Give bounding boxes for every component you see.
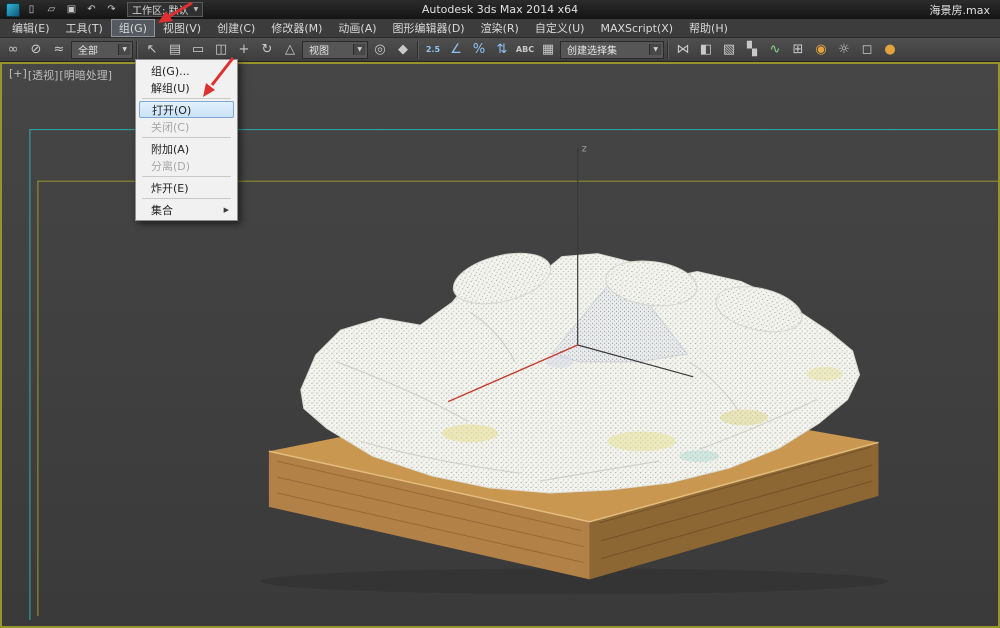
select-and-manipulate-icon[interactable]: ◆ — [392, 40, 414, 60]
menu-item-assembly-label: 集合 — [151, 202, 173, 218]
open-file-icon[interactable]: ▱ — [43, 2, 60, 17]
current-file-name: 海景房.max — [930, 2, 990, 18]
menu-item-detach: 分离(D) — [137, 157, 236, 174]
menu-item-rendering[interactable]: 渲染(R) — [473, 19, 527, 37]
save-file-icon[interactable]: ▣ — [63, 2, 80, 17]
viewport-label: [+] [透视] [明暗处理] — [9, 67, 112, 83]
unlink-selection-icon[interactable]: ⊘ — [25, 40, 47, 60]
menu-item-group[interactable]: 组(G) — [111, 19, 155, 37]
menu-item-explode[interactable]: 炸开(E) — [137, 179, 236, 196]
title-bar: ▯ ▱ ▣ ↶ ↷ 工作区: 默认 ▼ Autodesk 3ds Max 201… — [0, 0, 1000, 19]
menu-item-graph-editors[interactable]: 图形编辑器(D) — [385, 19, 473, 37]
app-logo-icon[interactable] — [6, 3, 20, 17]
selection-filter-combo[interactable]: 全部 ▼ — [71, 41, 133, 59]
application-window: ▯ ▱ ▣ ↶ ↷ 工作区: 默认 ▼ Autodesk 3ds Max 201… — [0, 0, 1000, 628]
curve-editor-icon[interactable]: ∿ — [764, 40, 786, 60]
window-crossing-icon[interactable]: ◫ — [210, 40, 232, 60]
axis-z-label: z — [582, 143, 587, 154]
render-setup-icon[interactable]: ☼ — [833, 40, 855, 60]
use-pivot-center-icon[interactable]: ◎ — [369, 40, 391, 60]
mirror-icon[interactable]: ⋈ — [672, 40, 694, 60]
select-and-scale-icon[interactable]: △ — [279, 40, 301, 60]
reference-coordinate-combo[interactable]: 视图 ▼ — [302, 41, 368, 59]
edit-named-selections-icon[interactable]: ▦ — [537, 40, 559, 60]
keyboard-override-icon[interactable]: ABC — [514, 40, 536, 60]
menu-item-maxscript[interactable]: MAXScript(X) — [592, 19, 681, 37]
menu-item-close-group: 关闭(C) — [137, 118, 236, 135]
selection-filter-value: 全部 — [78, 42, 114, 57]
bind-to-space-warp-icon[interactable]: ≈ — [48, 40, 70, 60]
viewport-menu-view[interactable]: [透视] — [28, 67, 59, 83]
layer-manager-icon[interactable]: ▧ — [718, 40, 740, 60]
select-and-rotate-icon[interactable]: ↻ — [256, 40, 278, 60]
menu-bar: 编辑(E) 工具(T) 组(G) 视图(V) 创建(C) 修改器(M) 动画(A… — [0, 19, 1000, 38]
schematic-view-icon[interactable]: ⊞ — [787, 40, 809, 60]
select-and-link-icon[interactable]: ∞ — [2, 40, 24, 60]
menu-separator — [142, 176, 231, 177]
menu-separator — [142, 137, 231, 138]
workspace-label: 工作区: 默认 — [132, 2, 189, 17]
toolbar-separator — [417, 41, 419, 59]
chevron-down-icon: ▼ — [194, 6, 199, 13]
material-editor-icon[interactable]: ◉ — [810, 40, 832, 60]
submenu-arrow-icon: ▶ — [224, 206, 229, 214]
reference-coordinate-value: 视图 — [309, 42, 349, 57]
menu-separator — [142, 98, 231, 99]
menu-item-open-group[interactable]: 打开(O) — [139, 101, 234, 118]
menu-separator — [142, 198, 231, 199]
snap-toggle-25-icon[interactable]: 2.5 — [422, 40, 444, 60]
menu-item-animation[interactable]: 动画(A) — [330, 19, 384, 37]
menu-item-modifiers[interactable]: 修改器(M) — [263, 19, 330, 37]
redo-icon[interactable]: ↷ — [103, 2, 120, 17]
rendered-frame-icon[interactable]: ◻ — [856, 40, 878, 60]
viewport-menu-shading[interactable]: [明暗处理] — [59, 67, 112, 83]
menu-item-customize[interactable]: 自定义(U) — [527, 19, 593, 37]
select-and-move-icon[interactable]: + — [233, 40, 255, 60]
workspace-selector[interactable]: 工作区: 默认 ▼ — [127, 2, 203, 17]
selection-region-icon[interactable]: ▭ — [187, 40, 209, 60]
render-production-icon[interactable]: ● — [879, 40, 901, 60]
new-file-icon[interactable]: ▯ — [23, 2, 40, 17]
chevron-down-icon: ▼ — [649, 44, 661, 55]
chevron-down-icon: ▼ — [353, 44, 365, 55]
toolbar-separator — [136, 41, 138, 59]
menu-item-assembly[interactable]: 集合 ▶ — [137, 201, 236, 218]
graphite-ribbon-icon[interactable]: ▚ — [741, 40, 763, 60]
menu-item-ungroup[interactable]: 解组(U) — [137, 79, 236, 96]
percent-snap-icon[interactable]: % — [468, 40, 490, 60]
select-by-name-icon[interactable]: ▤ — [164, 40, 186, 60]
bed-object[interactable] — [261, 244, 888, 594]
toolbar-separator — [667, 41, 669, 59]
group-dropdown-menu: 组(G)... 解组(U) 打开(O) 关闭(C) 附加(A) 分离(D) 炸开… — [135, 59, 238, 221]
named-selection-sets-combo[interactable]: 创建选择集 ▼ — [560, 41, 664, 59]
undo-icon[interactable]: ↶ — [83, 2, 100, 17]
menu-item-views[interactable]: 视图(V) — [155, 19, 209, 37]
chevron-down-icon: ▼ — [118, 44, 130, 55]
menu-item-attach[interactable]: 附加(A) — [137, 140, 236, 157]
menu-item-edit[interactable]: 编辑(E) — [4, 19, 58, 37]
named-selection-sets-value: 创建选择集 — [567, 42, 645, 57]
menu-item-tools[interactable]: 工具(T) — [58, 19, 111, 37]
angle-snap-icon[interactable]: ∠ — [445, 40, 467, 60]
select-object-icon[interactable]: ↖ — [141, 40, 163, 60]
viewport-menu-plus[interactable]: [+] — [9, 67, 27, 83]
align-icon[interactable]: ◧ — [695, 40, 717, 60]
menu-item-create[interactable]: 创建(C) — [209, 19, 263, 37]
spinner-snap-icon[interactable]: ⇅ — [491, 40, 513, 60]
menu-item-group-dialog[interactable]: 组(G)... — [137, 62, 236, 79]
menu-item-help[interactable]: 帮助(H) — [681, 19, 736, 37]
